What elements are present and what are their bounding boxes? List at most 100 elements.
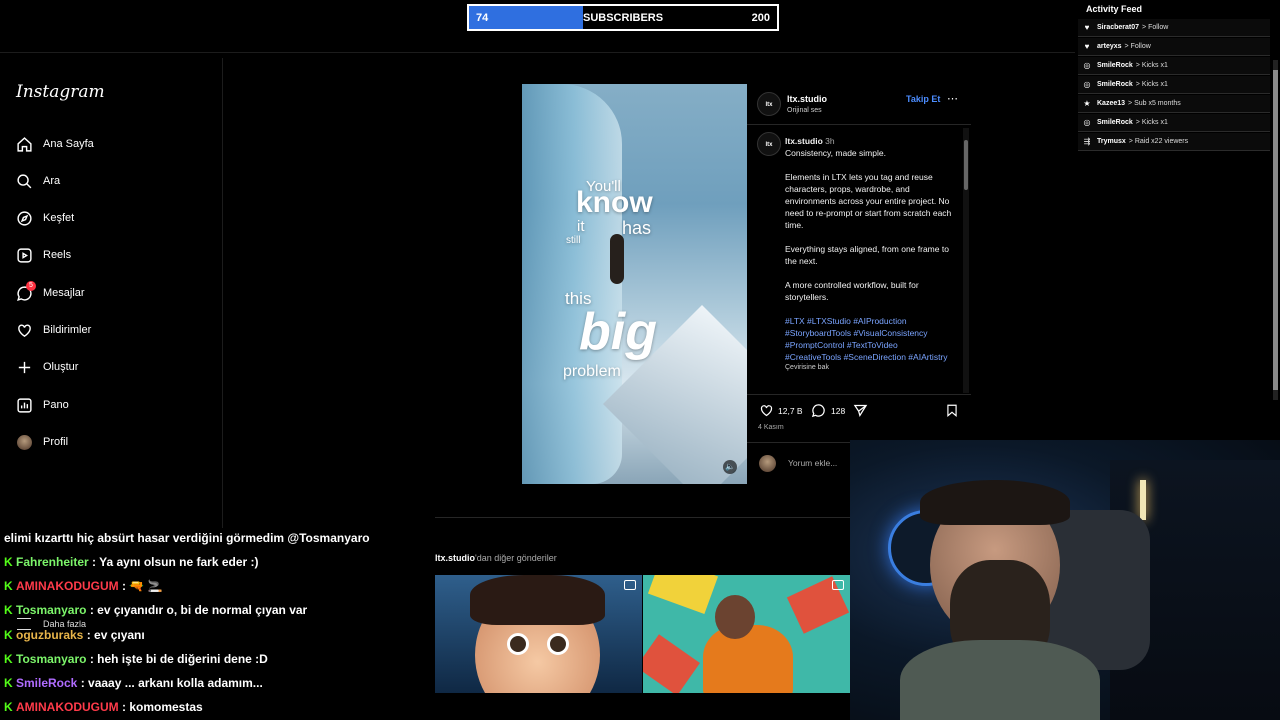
feed-username: SmileRock (1097, 81, 1133, 88)
nav-create-label: Oluştur (43, 361, 79, 373)
feed-scrollbar[interactable] (1273, 60, 1278, 400)
chat-message: K Tosmanyaro : heh işte bi de diğerini de… (4, 652, 268, 666)
activity-feed-title: Activity Feed (1086, 4, 1143, 14)
nav-profile-label: Profil (43, 436, 69, 448)
chat-username[interactable]: AMINAKODUGUM (16, 700, 119, 714)
chat-message: elimi kızarttı hiç absürt hasar verdiğin… (4, 531, 370, 545)
nav-search[interactable]: Ara (16, 171, 60, 191)
more-posts-heading: ltx.studio'dan diğer gönderiler (435, 553, 557, 563)
chat-message: K SmileRock : vaaay ... arkanı kolla adam… (4, 676, 263, 690)
chat-message: K AMINAKODUGUM : komomestas (4, 700, 203, 714)
nav-notifications-label: Bildirimler (43, 324, 92, 336)
bookmark-icon[interactable] (945, 403, 959, 418)
chat-username[interactable]: SmileRock (16, 676, 77, 690)
caption-paragraph-1: Elements in LTX lets you tag and reuse c… (785, 172, 952, 230)
follow-button[interactable]: Takip Et (906, 94, 940, 104)
nav-explore[interactable]: Keşfet (16, 208, 74, 228)
more-options-icon[interactable]: ⋯ (947, 92, 958, 105)
comment-icon[interactable] (811, 403, 826, 418)
like-icon[interactable] (759, 403, 774, 418)
chat-text: : heh işte bi de diğerini dene :D (89, 651, 268, 666)
feed-username: Kazee13 (1097, 100, 1126, 107)
media-text-7: big (579, 303, 657, 361)
search-icon (17, 173, 32, 188)
nav-home[interactable]: Ana Sayfa (16, 134, 94, 154)
chat-username[interactable]: Fahrenheiter (16, 555, 89, 569)
caption-paragraph-2: Everything stays aligned, from one frame… (785, 244, 949, 266)
feed-event: > Follow (1124, 43, 1151, 50)
divider (0, 52, 1075, 53)
kick-badge-icon: K (4, 676, 13, 690)
divider (435, 517, 850, 518)
menu-icon[interactable] (17, 618, 31, 630)
post-thumbnail[interactable] (643, 575, 850, 693)
sidebar-divider (222, 58, 223, 528)
nav-reels-label: Reels (43, 249, 72, 261)
nav-create[interactable]: Oluştur (16, 357, 78, 377)
messages-badge: 5 (26, 280, 36, 291)
activity-feed-item: ◎ SmileRock > Kicks x1 (1078, 114, 1270, 132)
kick-badge-icon: K (4, 579, 13, 594)
feed-event: > Raid x22 viewers (1128, 138, 1189, 145)
mute-icon[interactable]: 🔈 (723, 460, 737, 474)
activity-feed-item: ♥ arteyxs > Follow (1078, 38, 1270, 56)
chat-username[interactable]: Tosmanyaro (16, 603, 86, 617)
kick-icon: ◎ (1083, 80, 1091, 89)
feed-event: > Kicks x1 (1135, 81, 1168, 88)
account-name[interactable]: ltx.studio (787, 94, 827, 104)
more-posts-account[interactable]: ltx.studio (435, 553, 475, 563)
chat-username[interactable]: AMINAKODUGUM (16, 579, 119, 593)
post-video[interactable]: You'll know it has still this big proble… (522, 84, 747, 484)
caption-account[interactable]: ltx.studio (785, 136, 823, 146)
subscriber-goal: 200 (751, 12, 770, 24)
feed-event: > Follow (1142, 24, 1169, 31)
nav-profile[interactable]: Profil (16, 432, 68, 452)
account-avatar[interactable]: ltx (757, 92, 781, 116)
dashboard-icon (17, 397, 32, 413)
chat-message: K Fahrenheiter : Ya aynı olsun ne fark ed… (4, 555, 259, 569)
compass-icon (17, 210, 32, 226)
comment-input[interactable]: Yorum ekle... (788, 458, 837, 468)
avatar (17, 434, 32, 450)
nav-dashboard[interactable]: Pano (16, 395, 69, 415)
post-thumbnail[interactable] (435, 575, 642, 693)
instagram-logo[interactable]: Instagram (16, 82, 105, 102)
more-posts-suffix: 'dan diğer gönderiler (475, 553, 557, 563)
comment-count: 128 (831, 406, 846, 416)
post-date: 4 Kasım (758, 424, 784, 431)
nav-messages[interactable]: 5 Mesajlar (16, 280, 85, 303)
feed-username: Trymusx (1097, 138, 1126, 145)
more-menu-label[interactable]: Daha fazla (43, 619, 86, 629)
caption-hashtags[interactable]: #LTX #LTXStudio #AIProduction #Storyboar… (785, 315, 953, 363)
raid-icon: ⇶ (1083, 137, 1091, 146)
plus-icon (18, 361, 31, 373)
nav-notifications[interactable]: Bildirimler (16, 320, 91, 340)
activity-feed-item: ◎ SmileRock > Kicks x1 (1078, 76, 1270, 94)
kick-badge-icon: K (4, 627, 13, 642)
caption-scrollbar[interactable] (963, 128, 969, 393)
media-text-2: know (576, 186, 653, 219)
subscriber-label: SUBSCRIBERS (583, 12, 664, 24)
nav-messages-label: Mesajlar (43, 287, 85, 299)
media-text-3: it (577, 218, 585, 235)
activity-feed: Activity Feed ♥ Siracberat07 > Follow ♥ arte… (1078, 0, 1280, 400)
caption-paragraph-3: A more controlled workflow, built for st… (785, 280, 919, 302)
share-icon[interactable] (853, 403, 868, 418)
feed-username: SmileRock (1097, 119, 1133, 126)
chat-text: : ev çıyanıdır o, bi de normal çıyan var (89, 603, 308, 618)
activity-feed-item: ♥ Siracberat07 > Follow (1078, 19, 1270, 37)
activity-feed-item: ⇶ Trymusx > Raid x22 viewers (1078, 133, 1270, 151)
heart-icon: ♥ (1084, 42, 1090, 51)
audio-label[interactable]: Orijinal ses (787, 107, 822, 114)
chat-username[interactable]: Tosmanyaro (16, 652, 86, 666)
chat-message: K AMINAKODUGUM : 🔫 🚬 (4, 579, 163, 593)
caption-time: 3h (825, 136, 835, 146)
home-icon (17, 136, 32, 152)
caption-avatar[interactable]: ltx (757, 132, 781, 156)
kick-badge-icon: K (4, 700, 13, 715)
feed-event: > Sub x5 months (1128, 100, 1181, 107)
nav-reels[interactable]: Reels (16, 245, 71, 265)
post-details: ltx ltx.studio Orijinal ses Takip Et ⋯ l… (747, 84, 971, 484)
chat-text: elimi kızarttı hiç absürt hasar verdiğin… (4, 531, 370, 545)
translate-link[interactable]: Çevirisine bak (785, 363, 953, 373)
